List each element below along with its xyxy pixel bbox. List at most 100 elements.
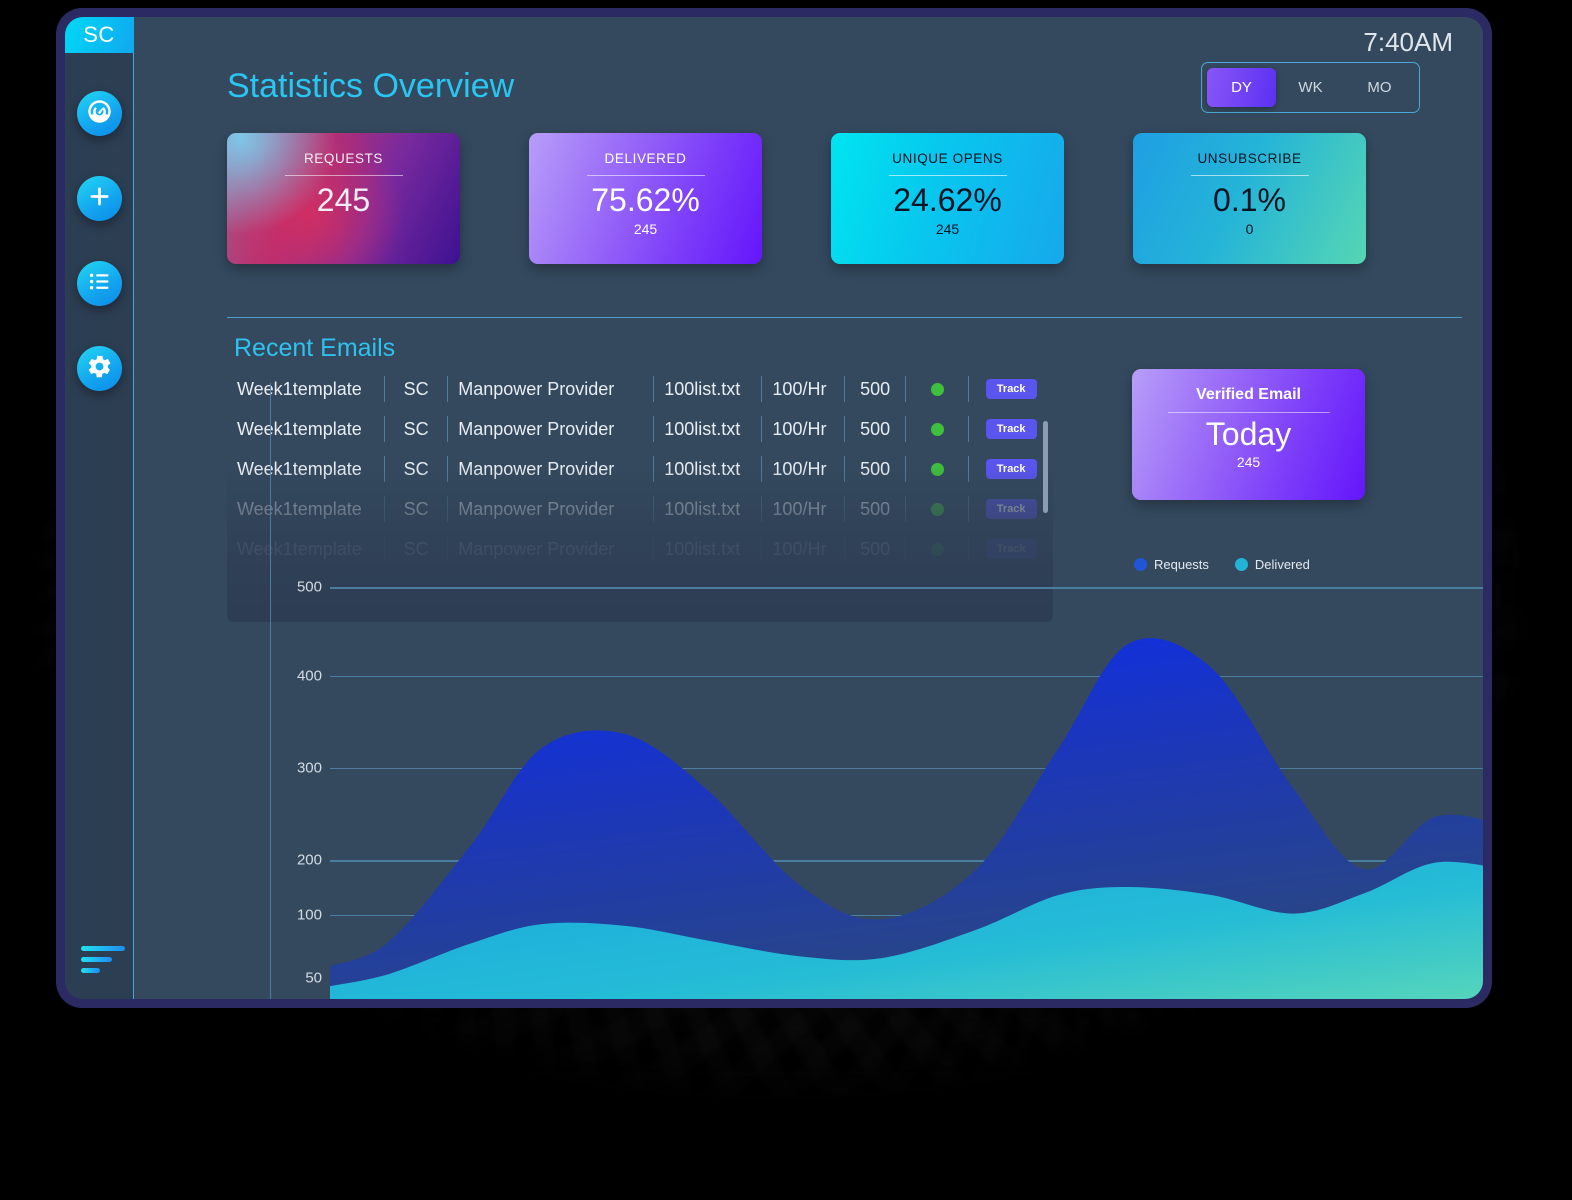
stat-card-label: DELIVERED: [605, 151, 687, 166]
table-row[interactable]: Week1template SC Manpower Provider 100li…: [227, 529, 1053, 569]
sidebar-nav: [77, 91, 122, 391]
y-tick-label: 100: [297, 907, 322, 924]
cell-provider: Manpower Provider: [447, 456, 653, 482]
legend-label: Delivered: [1255, 557, 1310, 572]
range-toggle: DY WK MO: [1201, 62, 1420, 113]
speedometer-icon: [86, 98, 113, 130]
cell-account: SC: [384, 416, 447, 442]
legend-item-requests[interactable]: Requests: [1134, 557, 1209, 572]
stat-card-value: 24.62%: [893, 182, 1002, 219]
cell-status: [905, 536, 968, 562]
legend-item-delivered[interactable]: Delivered: [1235, 557, 1310, 572]
chart-plot-area: [330, 579, 1483, 999]
sidebar-item-add[interactable]: [77, 176, 122, 221]
stat-card-value: 0.1%: [1213, 182, 1286, 219]
app-logo[interactable]: SC: [65, 17, 134, 53]
collapse-line-1: [81, 946, 125, 951]
cell-template: Week1template: [227, 536, 384, 562]
app-logo-text: SC: [83, 22, 115, 48]
chart-y-axis: 500 400 300 200 100 50: [134, 579, 330, 999]
cell-status: [905, 416, 968, 442]
cell-count: 500: [844, 376, 905, 402]
clock: 7:40AM: [1363, 27, 1453, 58]
range-option-dy[interactable]: DY: [1207, 68, 1276, 107]
sidebar-item-lists[interactable]: [77, 261, 122, 306]
table-row[interactable]: Week1template SC Manpower Provider 100li…: [227, 489, 1053, 529]
stat-card-rule: [1191, 175, 1309, 176]
chart-y-axis-line: [270, 383, 271, 999]
gear-icon: [86, 353, 113, 385]
stat-card-unique-opens[interactable]: UNIQUE OPENS 24.62% 245: [831, 133, 1064, 264]
y-tick-label: 300: [297, 760, 322, 777]
cell-track: Track: [968, 456, 1053, 482]
cell-account: SC: [384, 536, 447, 562]
status-dot: [931, 463, 944, 476]
status-dot: [931, 543, 944, 556]
track-button[interactable]: Track: [986, 539, 1037, 559]
cell-provider: Manpower Provider: [447, 536, 653, 562]
table-row[interactable]: Week1template SC Manpower Provider 100li…: [227, 449, 1053, 489]
cell-account: SC: [384, 496, 447, 522]
table-row[interactable]: Week1template SC Manpower Provider 100li…: [227, 369, 1053, 409]
y-tick-label: 200: [297, 852, 322, 869]
cell-template: Week1template: [227, 416, 384, 442]
recent-emails-title: Recent Emails: [234, 334, 395, 363]
cell-status: [905, 496, 968, 522]
range-option-wk[interactable]: WK: [1276, 68, 1345, 107]
verified-email-rule: [1168, 412, 1330, 413]
plus-icon: [86, 183, 113, 215]
track-button[interactable]: Track: [986, 379, 1037, 399]
cell-track: Track: [968, 496, 1053, 522]
stat-cards: REQUESTS 245 DELIVERED 75.62% 245 UNIQUE…: [227, 133, 1462, 264]
stat-card-rule: [587, 175, 705, 176]
stat-card-sub: 0: [1246, 221, 1254, 237]
track-button[interactable]: Track: [986, 499, 1037, 519]
stat-card-delivered[interactable]: DELIVERED 75.62% 245: [529, 133, 762, 264]
cell-account: SC: [384, 456, 447, 482]
stat-card-value: 75.62%: [591, 182, 700, 219]
sidebar-item-settings[interactable]: [77, 346, 122, 391]
menu-collapse-icon[interactable]: [81, 946, 125, 973]
stat-card-sub: 245: [936, 221, 959, 237]
cell-rate: 100/Hr: [761, 376, 844, 402]
y-tick-label: 50: [305, 970, 322, 987]
y-tick-label: 400: [297, 667, 322, 684]
cell-rate: 100/Hr: [761, 496, 844, 522]
cell-status: [905, 456, 968, 482]
stat-card-requests[interactable]: REQUESTS 245: [227, 133, 460, 264]
stat-card-label: UNIQUE OPENS: [892, 151, 1003, 166]
list-icon: [86, 268, 113, 300]
cell-file: 100list.txt: [653, 536, 761, 562]
sidebar-item-dashboard[interactable]: [77, 91, 122, 136]
cell-file: 100list.txt: [653, 416, 761, 442]
track-button[interactable]: Track: [986, 419, 1037, 439]
cell-file: 100list.txt: [653, 496, 761, 522]
cell-provider: Manpower Provider: [447, 376, 653, 402]
table-row[interactable]: Week1template SC Manpower Provider 100li…: [227, 409, 1053, 449]
list-scrollbar-thumb[interactable]: [1043, 421, 1048, 513]
chart-legend: Requests Delivered: [1134, 557, 1310, 572]
stat-card-unsubscribe[interactable]: UNSUBSCRIBE 0.1% 0: [1133, 133, 1366, 264]
cell-count: 500: [844, 536, 905, 562]
cell-count: 500: [844, 416, 905, 442]
cell-rate: 100/Hr: [761, 456, 844, 482]
cell-provider: Manpower Provider: [447, 416, 653, 442]
cell-count: 500: [844, 496, 905, 522]
y-tick-label: 500: [297, 579, 322, 596]
verified-email-card[interactable]: Verified Email Today 245: [1132, 369, 1365, 500]
status-dot: [931, 423, 944, 436]
status-dot: [931, 503, 944, 516]
chart-areas: [330, 579, 1483, 999]
cell-template: Week1template: [227, 496, 384, 522]
stat-card-rule: [889, 175, 1007, 176]
track-button[interactable]: Track: [986, 459, 1037, 479]
legend-dot-icon: [1134, 558, 1147, 571]
section-divider: [227, 317, 1462, 318]
range-option-mo[interactable]: MO: [1345, 68, 1414, 107]
collapse-line-2: [81, 957, 112, 962]
area-chart: 500 400 300 200 100 50: [134, 579, 1483, 999]
cell-file: 100list.txt: [653, 376, 761, 402]
screenshot-stage: SC: [0, 0, 1572, 1200]
page-title: Statistics Overview: [227, 67, 514, 106]
cell-provider: Manpower Provider: [447, 496, 653, 522]
